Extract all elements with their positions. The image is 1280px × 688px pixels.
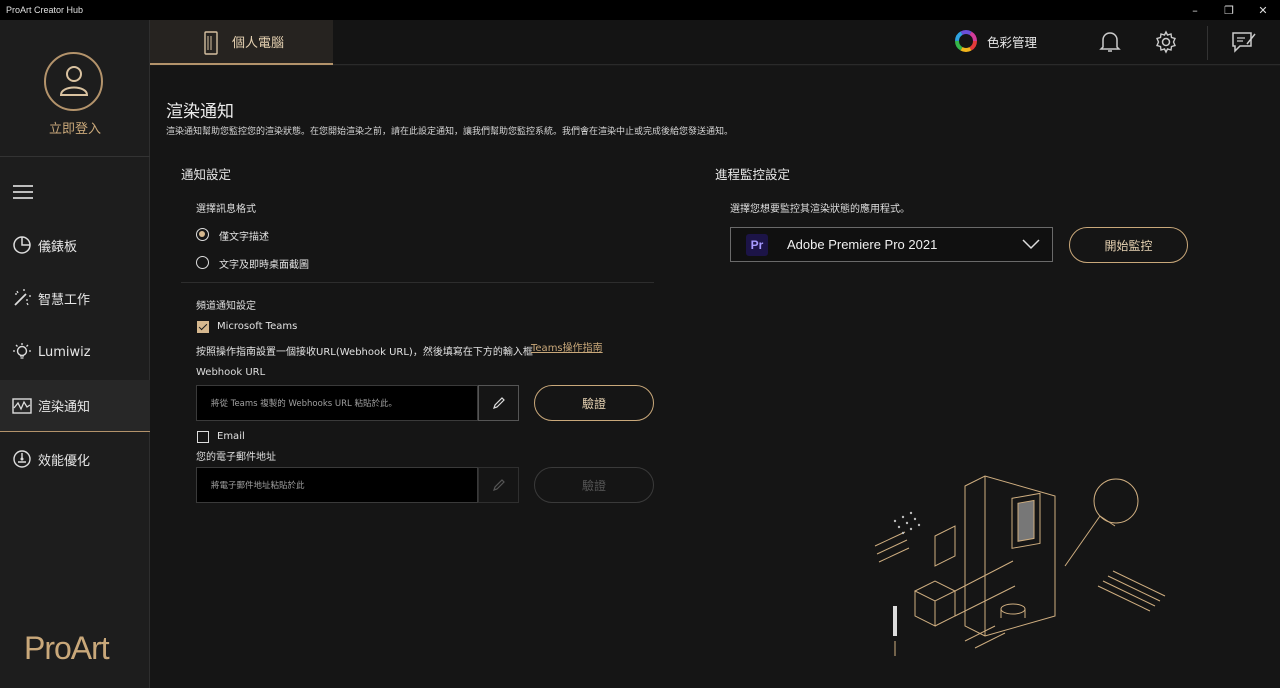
email-verify-button[interactable]: 驗證: [534, 467, 654, 503]
pencil-icon: [492, 397, 505, 409]
feedback-icon[interactable]: [1231, 29, 1257, 55]
sidebar-item-smart-work[interactable]: 智慧工作: [0, 272, 150, 324]
restore-button[interactable]: ❐: [1212, 0, 1246, 20]
sidebar-item-render-notify[interactable]: 渲染通知: [0, 380, 150, 432]
premiere-pro-icon: Pr: [746, 233, 768, 256]
app-title: ProArt Creator Hub: [6, 5, 84, 15]
window-controls: – ❐ ✕: [1178, 0, 1280, 20]
proart-logo: ProArt: [24, 630, 110, 666]
page-title: 渲染通知: [166, 102, 234, 122]
dashboard-gauge-icon: [12, 235, 32, 255]
webhook-label: Webhook URL: [196, 367, 266, 378]
sidebar-item-label: 渲染通知: [38, 400, 91, 415]
sidebar-divider: [0, 156, 150, 157]
avatar[interactable]: [44, 52, 103, 111]
channel-label: 頻道通知設定: [196, 301, 256, 312]
notification-settings-title: 通知設定: [181, 167, 232, 182]
webhook-edit-button[interactable]: [478, 385, 519, 421]
gear-icon[interactable]: [1153, 29, 1179, 55]
email-address-label: 您的電子郵件地址: [196, 452, 276, 463]
color-wheel-icon: [955, 30, 977, 52]
lightbulb-icon: [12, 342, 32, 362]
webhook-verify-button[interactable]: 驗證: [534, 385, 654, 421]
sidebar-item-label: 儀錶板: [38, 239, 78, 255]
section-divider: [181, 282, 654, 283]
top-bar: 個人電腦 色彩管理: [150, 20, 1280, 65]
app-select-dropdown[interactable]: Pr Adobe Premiere Pro 2021: [730, 227, 1053, 262]
email-edit-button[interactable]: [478, 467, 519, 503]
pc-tower-icon: [204, 31, 218, 55]
chevron-down-icon: [1022, 239, 1040, 250]
email-checkbox[interactable]: [197, 431, 209, 443]
magic-wand-icon: [12, 288, 32, 308]
email-input[interactable]: 將電子郵件地址粘貼於此: [196, 467, 478, 503]
sidebar-item-label: Lumiwiz: [38, 344, 91, 360]
close-button[interactable]: ✕: [1246, 0, 1280, 20]
performance-gauge-icon: [12, 449, 32, 469]
sidebar-item-label: 效能優化: [38, 453, 91, 469]
process-monitor-title: 進程監控設定: [715, 167, 791, 182]
minimize-button[interactable]: –: [1178, 0, 1212, 20]
format-label: 選擇訊息格式: [196, 204, 256, 215]
user-icon: [59, 66, 89, 96]
teams-label: Microsoft Teams: [217, 321, 298, 332]
email-label: Email: [217, 431, 245, 442]
color-management-label: 色彩管理: [987, 34, 1038, 50]
sidebar: 立即登入 儀錶板 智慧工作 Lumiwiz 渲染通知 效能優化 ProArt: [0, 20, 150, 688]
start-monitoring-button[interactable]: 開始監控: [1069, 227, 1188, 263]
render-illustration: [874, 475, 1166, 656]
topbar-separator: [1207, 26, 1208, 60]
title-bar: ProArt Creator Hub – ❐ ✕: [0, 0, 1280, 20]
bell-icon[interactable]: [1097, 29, 1123, 55]
main-content: 渲染通知 渲染通知幫助您監控您的渲染狀態。在您開始渲染之前，請在此設定通知，讓我…: [150, 66, 1280, 688]
pencil-icon: [492, 479, 505, 491]
waveform-monitor-icon: [12, 396, 32, 416]
page-description: 渲染通知幫助您監控您的渲染狀態。在您開始渲染之前，請在此設定通知，讓我們幫助您監…: [166, 127, 734, 137]
teams-instruction: 按照操作指南設置一個接收URL(Webhook URL)，然後填寫在下方的輸入框: [196, 347, 533, 358]
selected-app-label: Adobe Premiere Pro 2021: [787, 237, 938, 252]
teams-guide-link[interactable]: Teams操作指南: [531, 339, 603, 354]
tab-label: 個人電腦: [232, 36, 285, 51]
radio-text-only-label: 僅文字描述: [219, 232, 269, 243]
menu-hamburger-icon[interactable]: [13, 185, 33, 200]
sidebar-item-dashboard[interactable]: 儀錶板: [0, 219, 150, 271]
color-management-button[interactable]: 色彩管理: [955, 30, 1037, 52]
sidebar-item-lumiwiz[interactable]: Lumiwiz: [0, 326, 150, 378]
tab-personal-computer[interactable]: 個人電腦: [150, 20, 333, 65]
process-monitor-instruction: 選擇您想要監控其渲染狀態的應用程式。: [730, 204, 910, 215]
sidebar-item-performance[interactable]: 效能優化: [0, 433, 150, 485]
radio-text-only[interactable]: [196, 228, 209, 241]
webhook-url-input[interactable]: 將從 Teams 複製的 Webhooks URL 粘貼於此。: [196, 385, 478, 421]
teams-checkbox[interactable]: [197, 321, 209, 333]
login-link[interactable]: 立即登入: [0, 118, 150, 137]
sidebar-item-label: 智慧工作: [38, 292, 91, 308]
radio-text-screenshot-label: 文字及即時桌面截圖: [219, 260, 309, 271]
radio-text-screenshot[interactable]: [196, 256, 209, 269]
